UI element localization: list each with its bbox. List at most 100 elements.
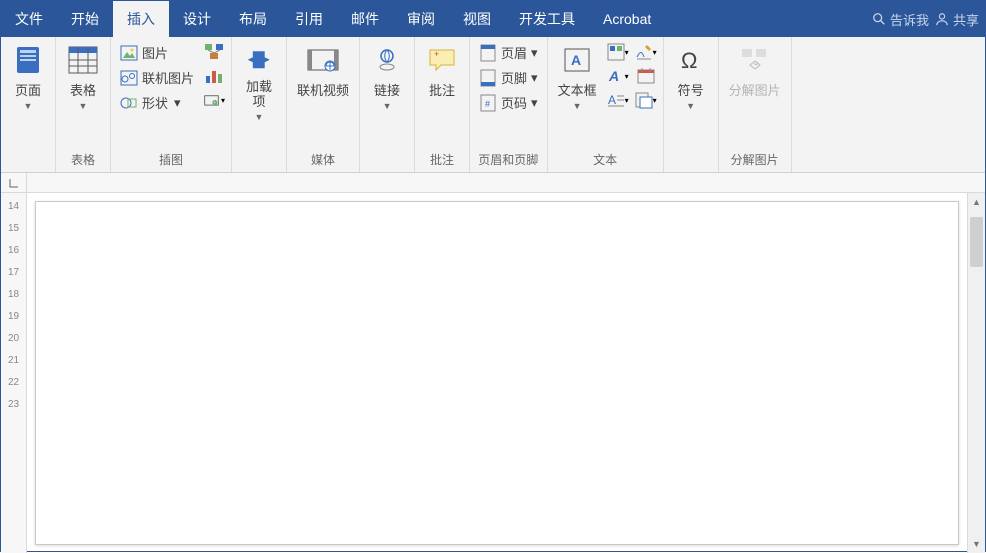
symbol-button[interactable]: Ω 符号 ▼ [670, 41, 712, 113]
date-time-button[interactable] [635, 65, 657, 87]
tab-insert[interactable]: 插入 [113, 1, 169, 37]
tab-view[interactable]: 视图 [449, 1, 505, 37]
wordart-button[interactable]: A▾ [607, 65, 629, 87]
scroll-up-button[interactable]: ▲ [968, 193, 985, 211]
group-illustrations-label: 插图 [117, 149, 225, 172]
group-tables-label: 表格 [62, 149, 104, 172]
signature-line-button[interactable]: ▾ [635, 41, 657, 63]
share-label: 共享 [953, 10, 979, 29]
tell-me-search[interactable]: 告诉我 [872, 10, 929, 29]
online-video-button[interactable]: 联机视频 [293, 41, 353, 101]
tab-layout[interactable]: 布局 [225, 1, 281, 37]
dropdown-icon: ▼ [79, 102, 88, 111]
picture-icon [120, 44, 138, 62]
group-links: 链接 ▼ [360, 37, 415, 172]
online-picture-label: 联机图片 [142, 68, 194, 87]
document-page[interactable] [35, 201, 959, 545]
search-icon [872, 12, 886, 26]
tab-file[interactable]: 文件 [1, 1, 57, 37]
screenshot-icon: + [203, 91, 220, 109]
picture-label: 图片 [142, 43, 168, 62]
svg-text:#: # [485, 99, 490, 109]
dropdown-icon: ▼ [686, 102, 695, 111]
tab-home[interactable]: 开始 [57, 1, 113, 37]
textbox-label: 文本框 [558, 80, 597, 99]
tab-design[interactable]: 设计 [169, 1, 225, 37]
page-number-label: 页码 [501, 93, 527, 112]
cover-page-button[interactable]: 页面 ▼ [7, 41, 49, 113]
ruler-tick: 17 [8, 263, 19, 281]
group-decompose: 分解图片 分解图片 [719, 37, 792, 172]
footer-label: 页脚 [501, 68, 527, 87]
tab-review[interactable]: 审阅 [393, 1, 449, 37]
quick-parts-icon [607, 43, 625, 61]
ruler-tick: 21 [8, 351, 19, 369]
scroll-down-button[interactable]: ▼ [968, 535, 985, 553]
tab-references[interactable]: 引用 [281, 1, 337, 37]
tab-acrobat[interactable]: Acrobat [589, 1, 665, 37]
online-picture-button[interactable]: 联机图片 [117, 66, 197, 89]
screenshot-button[interactable]: +▾ [203, 89, 225, 111]
links-label: 链接 [374, 80, 400, 99]
user-icon [935, 12, 949, 26]
group-symbols-label [670, 166, 712, 172]
addins-button[interactable]: 加载 项 ▼ [238, 41, 280, 124]
group-header-footer-label: 页眉和页脚 [476, 149, 541, 172]
tab-mailings[interactable]: 邮件 [337, 1, 393, 37]
ruler-tick: 18 [8, 285, 19, 303]
comment-label: 批注 [429, 80, 455, 99]
online-picture-icon [120, 69, 138, 87]
textbox-icon: A [560, 43, 594, 77]
drop-cap-button[interactable]: A▾ [607, 89, 629, 111]
horizontal-ruler[interactable]: | 2 || 4 || 6 || 8 || 10 || 12 || 14 || … [1, 173, 985, 193]
table-icon [66, 43, 100, 77]
ruler-tick: 20 [8, 329, 19, 347]
share-button[interactable]: 共享 [935, 10, 979, 29]
textbox-button[interactable]: A 文本框 ▼ [554, 41, 601, 113]
tell-me-label: 告诉我 [890, 10, 929, 29]
page-number-button[interactable]: # 页码 ▾ [476, 91, 541, 114]
dropdown-icon: ▼ [24, 102, 33, 111]
decompose-label: 分解图片 [729, 80, 781, 99]
cover-page-label: 页面 [15, 80, 41, 99]
picture-button[interactable]: 图片 [117, 41, 197, 64]
comment-button[interactable]: + 批注 [421, 41, 463, 101]
footer-button[interactable]: 页脚 ▾ [476, 66, 541, 89]
decompose-icon [738, 43, 772, 77]
signature-icon [635, 43, 653, 61]
dropdown-icon: ▾ [531, 45, 538, 61]
dropdown-icon: ▾ [531, 95, 538, 111]
object-button[interactable]: ▾ [635, 89, 657, 111]
table-button[interactable]: 表格 ▼ [62, 41, 104, 113]
group-comments-label: 批注 [421, 149, 463, 172]
video-icon [306, 43, 340, 77]
dropdown-icon: ▼ [383, 102, 392, 111]
shapes-button[interactable]: 形状 ▾ [117, 91, 197, 114]
header-button[interactable]: 页眉 ▾ [476, 41, 541, 64]
ruler-tick: 16 [8, 241, 19, 259]
group-decompose-label: 分解图片 [725, 149, 785, 172]
ruler-tick: 19 [8, 307, 19, 325]
workspace: 14151617181920212223 ▲ ▼ [1, 193, 985, 553]
vertical-ruler[interactable]: 14151617181920212223 [1, 193, 27, 553]
group-illustrations: 图片 联机图片 形状 ▾ +▾ 插图 [111, 37, 232, 172]
chart-button[interactable] [203, 65, 225, 87]
table-label: 表格 [70, 80, 96, 99]
symbol-icon: Ω [674, 43, 708, 77]
dropdown-icon: ▼ [573, 102, 582, 111]
ruler-tick: 22 [8, 373, 19, 391]
tab-developer[interactable]: 开发工具 [505, 1, 589, 37]
smartart-icon [204, 43, 224, 61]
menu-bar: 文件 开始 插入 设计 布局 引用 邮件 审阅 视图 开发工具 Acrobat … [1, 1, 985, 37]
smartart-button[interactable] [203, 41, 225, 63]
ruler-tick: 15 [8, 219, 19, 237]
links-button[interactable]: 链接 ▼ [366, 41, 408, 113]
dropdown-icon: ▾ [221, 96, 225, 105]
scroll-thumb[interactable] [970, 217, 983, 267]
quick-parts-button[interactable]: ▾ [607, 41, 629, 63]
vertical-scrollbar[interactable]: ▲ ▼ [967, 193, 985, 553]
svg-text:A: A [571, 52, 581, 68]
ruler-tick: 23 [8, 395, 19, 413]
dropdown-icon: ▾ [625, 96, 629, 105]
group-tables: 表格 ▼ 表格 [56, 37, 111, 172]
